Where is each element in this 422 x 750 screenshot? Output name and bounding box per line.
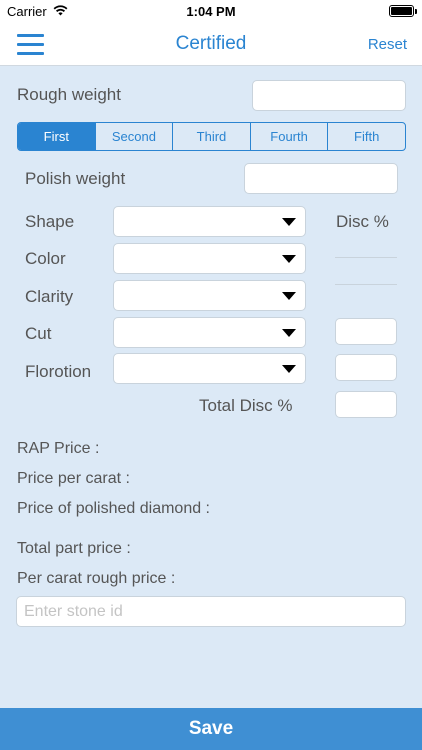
total-disc-label: Total Disc % [199,396,293,415]
chevron-down-icon [282,292,296,300]
florotion-disc-input[interactable] [335,354,397,381]
total-disc-input[interactable] [335,391,397,418]
polish-weight-label: Polish weight [25,169,126,188]
tab-fourth[interactable]: Fourth [251,123,329,150]
reset-button[interactable]: Reset [368,36,407,53]
chevron-down-icon [282,329,296,337]
chevron-down-icon [282,365,296,373]
tab-second[interactable]: Second [96,123,174,150]
cut-dropdown[interactable] [113,317,306,348]
color-label: Color [25,249,66,268]
stone-id-input[interactable] [16,596,406,627]
florotion-dropdown[interactable] [113,353,306,384]
price-polished-diamond-label: Price of polished diamond : [17,500,210,517]
chevron-down-icon [282,255,296,263]
chevron-down-icon [282,218,296,226]
per-carat-rough-price-label: Per carat rough price : [17,570,176,587]
florotion-label: Florotion [25,362,92,381]
save-button[interactable]: Save [0,708,422,750]
tab-third[interactable]: Third [173,123,251,150]
divider-line [335,257,397,258]
price-per-carat-label: Price per carat : [17,470,130,487]
total-part-price-label: Total part price : [17,540,131,557]
status-time: 1:04 PM [186,4,236,19]
clarity-dropdown[interactable] [113,280,306,311]
page-title: Certified [175,33,247,54]
tab-first[interactable]: First [18,123,96,150]
status-bar: Carrier 1:04 PM [0,0,422,22]
clarity-label: Clarity [25,287,74,306]
divider-line [335,284,397,285]
shape-label: Shape [25,212,75,231]
cut-disc-input[interactable] [335,318,397,345]
rough-weight-label: Rough weight [17,85,121,104]
rough-weight-input[interactable] [252,80,406,111]
disc-percent-header: Disc % [336,212,389,231]
cut-label: Cut [25,324,52,343]
polish-weight-input[interactable] [244,163,398,194]
rap-price-label: RAP Price : [17,440,100,457]
parts-segmented-control: First Second Third Fourth Fifth [17,122,406,151]
nav-bar: Certified Reset [0,22,422,66]
battery-icon [389,5,417,17]
tab-fifth[interactable]: Fifth [328,123,405,150]
color-dropdown[interactable] [113,243,306,274]
shape-dropdown[interactable] [113,206,306,237]
